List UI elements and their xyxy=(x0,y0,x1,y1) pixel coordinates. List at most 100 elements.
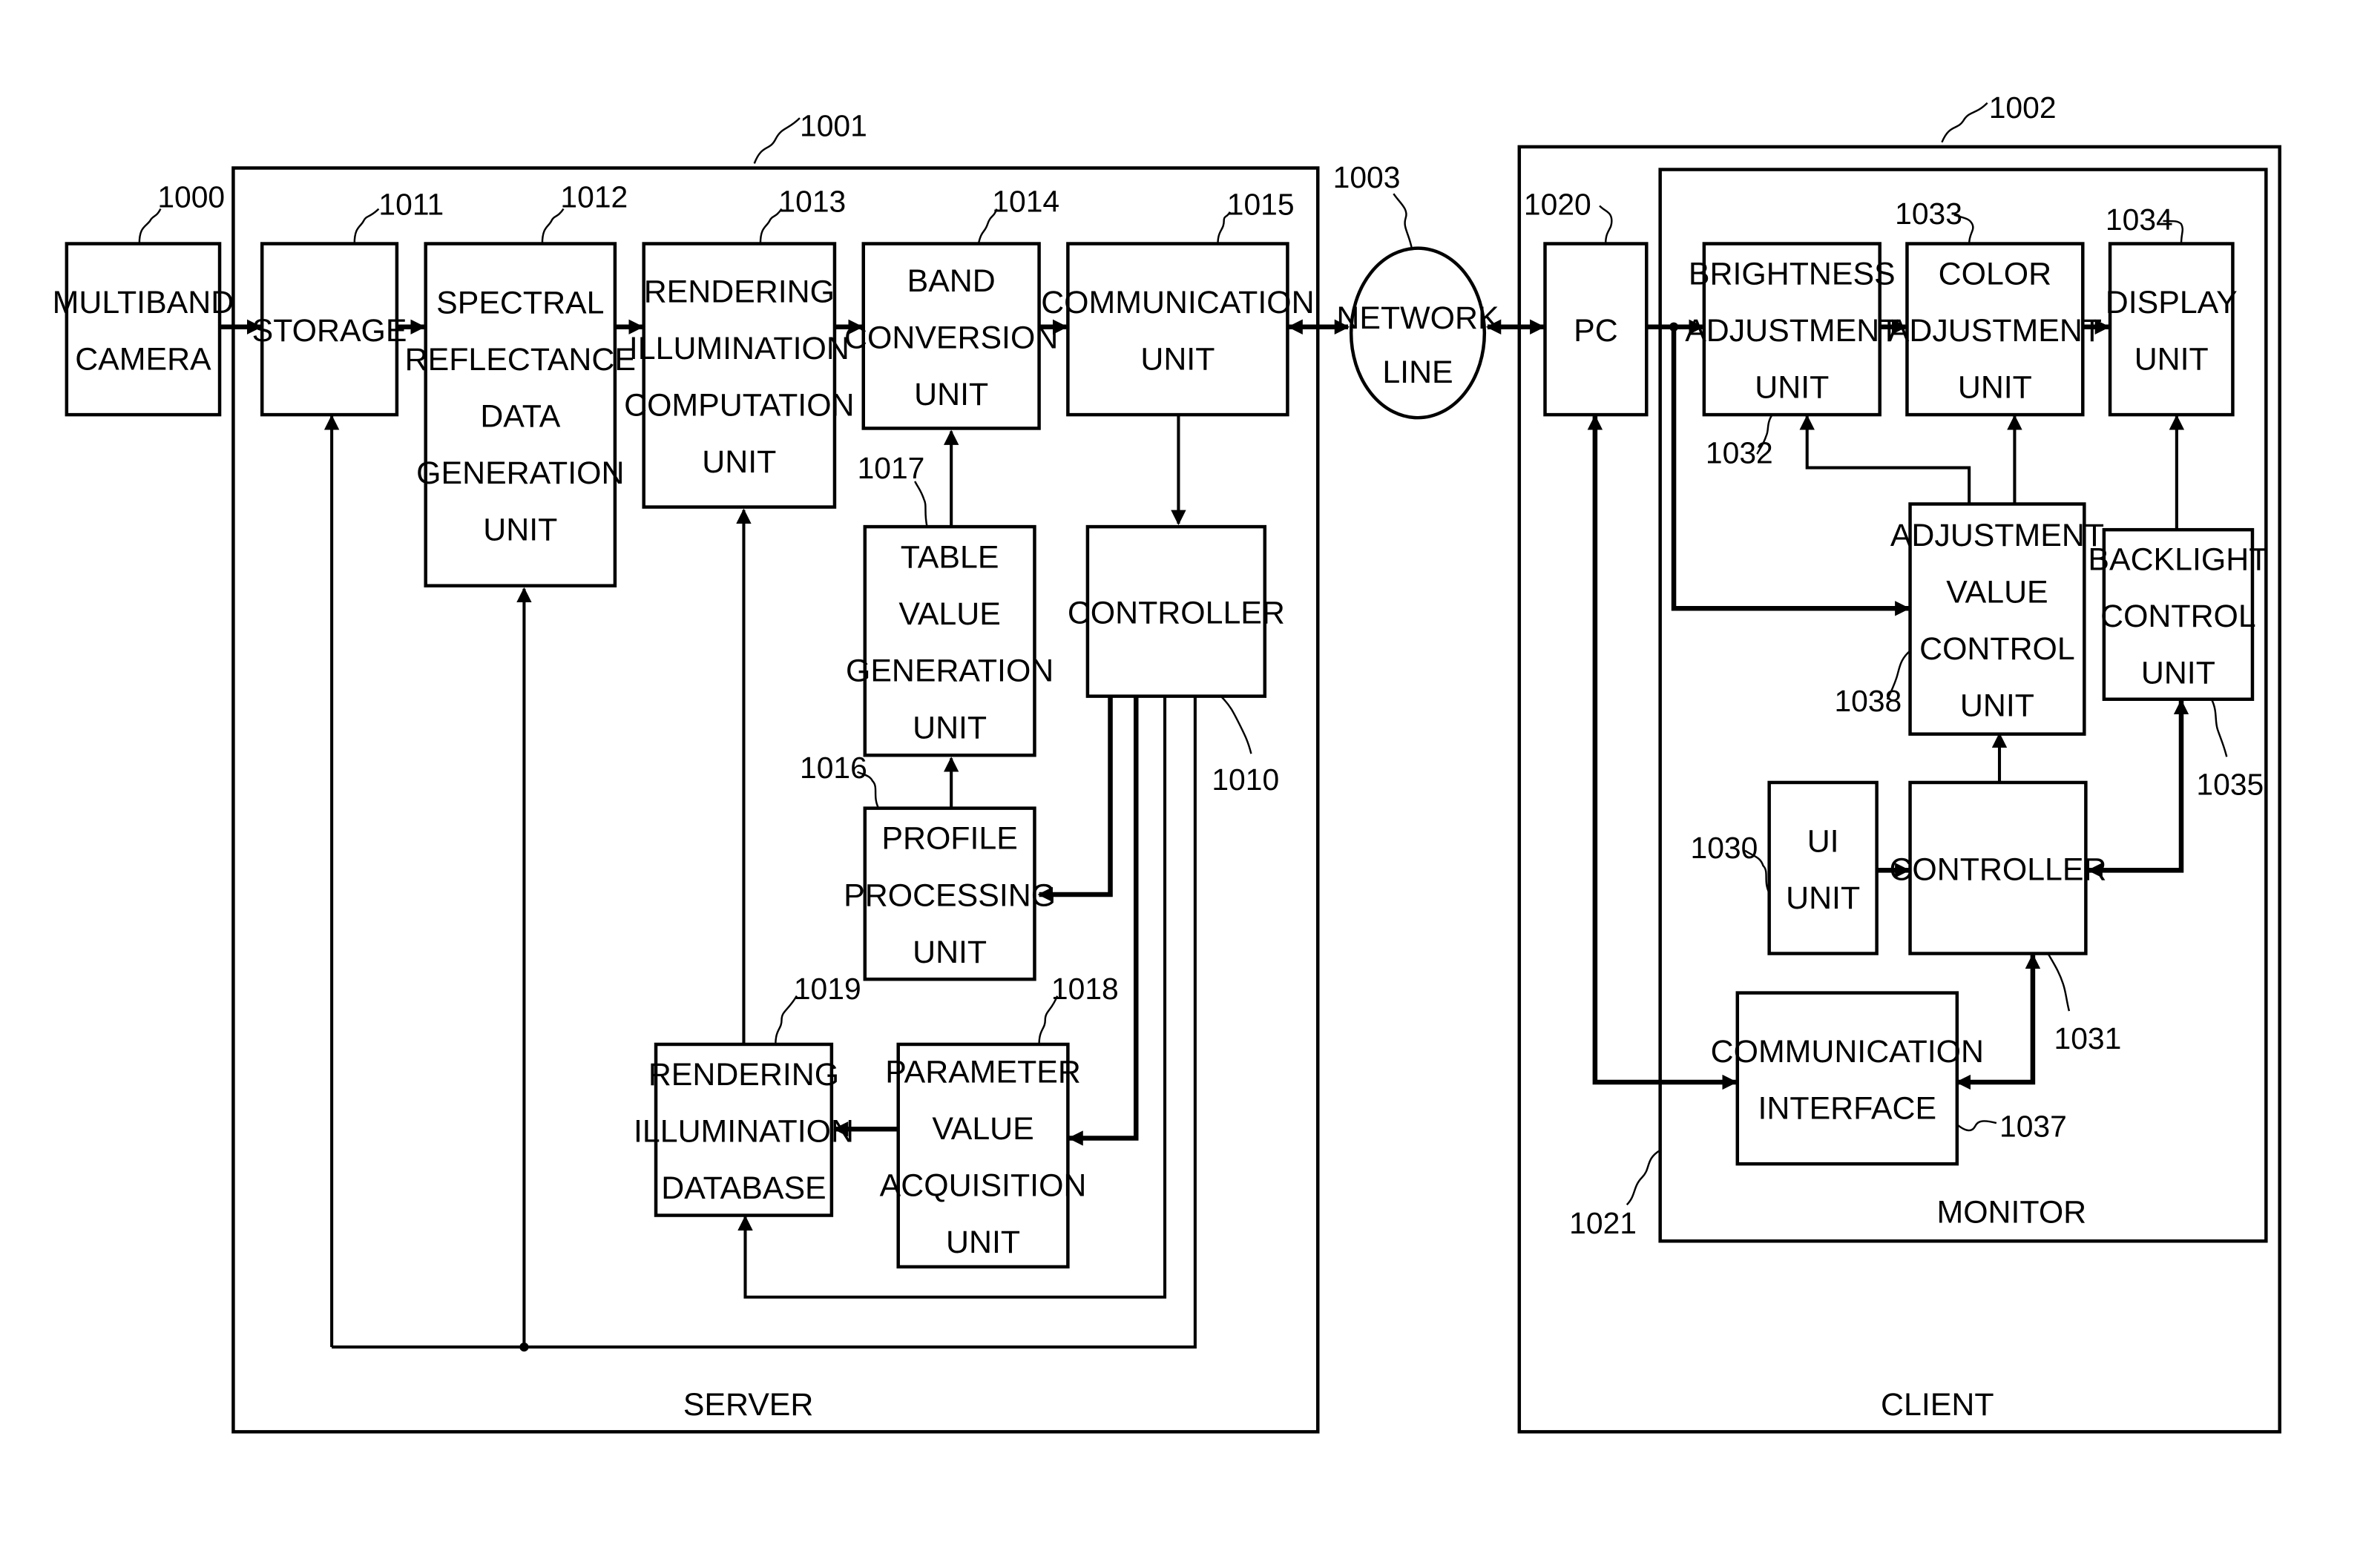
block-multiband-camera: MULTIBAND CAMERA 1000 xyxy=(53,180,234,417)
ref-client: 1002 xyxy=(1989,90,2057,125)
arrow-adjustment-brightness xyxy=(1799,415,1971,504)
block-box xyxy=(1767,780,1879,955)
block-server-controller: CONTROLLER 1010 xyxy=(1068,524,1285,797)
block-label: MULTIBAND xyxy=(53,285,234,320)
server-label: SERVER xyxy=(683,1387,814,1423)
ref-number: 1032 xyxy=(1706,435,1773,470)
block-pc: PC 1020 xyxy=(1524,188,1649,417)
block-label: DISPLAY xyxy=(2106,285,2238,320)
network-line-node: NETWORK LINE xyxy=(1336,246,1499,420)
block-label: PC xyxy=(1574,313,1618,349)
block-label: INTERFACE xyxy=(1758,1090,1937,1126)
block-label: COMMUNICATION xyxy=(1041,285,1314,320)
ref-number: 1034 xyxy=(2106,202,2173,237)
block-label: ILLUMINATION xyxy=(629,331,849,366)
junction-dot xyxy=(519,1342,529,1352)
leader-line xyxy=(1393,193,1413,248)
block-label: BRIGHTNESS xyxy=(1689,257,1896,292)
block-label: GENERATION xyxy=(416,455,624,491)
block-rendering-illumination-computation: RENDERING ILLUMINATION COMPUTATION UNIT 1013 xyxy=(624,185,855,509)
block-label: DATABASE xyxy=(661,1170,826,1206)
block-parameter-value-acquisition: PARAMETER VALUE ACQUISITION UNIT 1018 xyxy=(880,972,1119,1269)
block-label: UI xyxy=(1807,823,1839,859)
block-label: UNIT xyxy=(913,710,987,745)
block-label: ADJUSTMENT xyxy=(1888,313,2102,349)
ref-number: 1015 xyxy=(1227,188,1295,222)
client-label: CLIENT xyxy=(1881,1387,1994,1423)
arrow-controller-profile xyxy=(1037,696,1113,903)
network-line-label: NETWORK xyxy=(1336,300,1499,336)
block-rendering-illumination-database: RENDERING ILLUMINATION DATABASE 1019 xyxy=(634,972,861,1217)
block-label: UNIT xyxy=(1140,341,1215,377)
network-line-label: LINE xyxy=(1382,355,1453,390)
leader-line xyxy=(2047,952,2071,1012)
block-label: UNIT xyxy=(913,935,987,970)
ref-number: 1010 xyxy=(1212,762,1279,797)
block-spectral-reflectance: SPECTRAL REFLECTANCE DATA GENERATION UNIT 101… xyxy=(405,180,636,587)
arrow-controller-backlight xyxy=(2087,699,2189,878)
block-label: UNIT xyxy=(2141,655,2215,691)
block-label: COLOR xyxy=(1939,257,2051,292)
ref-number: 1018 xyxy=(1051,972,1119,1006)
ref-number: 1037 xyxy=(1999,1109,2067,1143)
block-label: RENDERING xyxy=(648,1057,839,1093)
block-color-adjustment: COLOR ADJUSTMENT UNIT 1033 xyxy=(1888,197,2102,417)
ref-number: 1000 xyxy=(157,180,225,214)
block-adjustment-value-control: ADJUSTMENT VALUE CONTROL UNIT 1038 xyxy=(1834,502,2104,736)
block-label: PROFILE xyxy=(881,821,1017,857)
block-label: VALUE xyxy=(898,596,1000,632)
ref-number: 1013 xyxy=(778,185,846,219)
block-label: CONTROLLER xyxy=(1889,852,2106,888)
ref-number: 1035 xyxy=(2196,767,2264,801)
ref-number: 1031 xyxy=(2054,1021,2122,1055)
arrow-pc-interface xyxy=(1587,415,1738,1090)
block-profile-processing: PROFILE PROCESSING UNIT 1016 xyxy=(800,751,1056,981)
monitor-label: MONITOR xyxy=(1937,1195,2087,1231)
block-label: VALUE xyxy=(932,1111,1033,1147)
block-box xyxy=(1735,991,1959,1166)
block-label: ADJUSTMENT xyxy=(1890,518,2104,553)
leader-line xyxy=(138,208,162,244)
block-label: UNIT xyxy=(1958,370,2032,406)
block-label: STORAGE xyxy=(252,313,407,349)
block-storage: STORAGE 1011 xyxy=(252,188,444,417)
leader-line xyxy=(541,208,565,244)
block-label: CONTROL xyxy=(2100,599,2256,634)
block-label: GENERATION xyxy=(846,653,1054,689)
block-diagram: SERVER CLIENT MONITOR 1001 1002 1021 MUL… xyxy=(53,90,2281,1434)
leader-line xyxy=(2210,699,2228,757)
block-communication-unit: COMMUNICATION UNIT 1015 xyxy=(1041,188,1315,417)
block-box xyxy=(65,242,222,417)
block-ui-unit: UI UNIT 1030 xyxy=(1691,780,1879,955)
block-label: VALUE xyxy=(1946,575,2048,610)
block-label: UNIT xyxy=(946,1225,1020,1260)
leader-line xyxy=(914,481,928,527)
block-box xyxy=(1066,242,1289,417)
ref-number: 1011 xyxy=(378,188,444,222)
leader-line xyxy=(1220,695,1252,754)
ref-number: 1017 xyxy=(858,451,925,485)
block-label: DATA xyxy=(480,398,560,434)
block-box xyxy=(2108,242,2235,417)
ref-number: 1020 xyxy=(1524,188,1591,222)
ref-number: 1012 xyxy=(560,180,628,214)
leader-line xyxy=(1626,1149,1661,1206)
block-label: UNIT xyxy=(1960,688,2034,724)
block-label: PROCESSING xyxy=(844,877,1056,913)
block-label: TABLE xyxy=(901,540,999,576)
ref-network-line: 1003 xyxy=(1333,160,1401,194)
block-label: PARAMETER xyxy=(885,1055,1081,1090)
block-brightness-adjustment: BRIGHTNESS ADJUSTMENT UNIT 1032 xyxy=(1685,242,1899,470)
ref-number: 1033 xyxy=(1895,197,1962,231)
block-label: ADJUSTMENT xyxy=(1685,313,1899,349)
block-label: UNIT xyxy=(702,444,776,480)
block-label: ILLUMINATION xyxy=(634,1114,854,1150)
leader-line xyxy=(753,117,801,164)
block-label: CAMERA xyxy=(75,341,211,377)
block-label: UNIT xyxy=(1786,880,1860,916)
leader-line xyxy=(353,208,380,244)
block-communication-interface: COMMUNICATION INTERFACE 1037 xyxy=(1711,991,2067,1166)
block-display-unit: DISPLAY UNIT 1034 xyxy=(2106,202,2238,417)
block-label: UNIT xyxy=(1755,370,1829,406)
block-label: COMPUTATION xyxy=(624,388,854,424)
